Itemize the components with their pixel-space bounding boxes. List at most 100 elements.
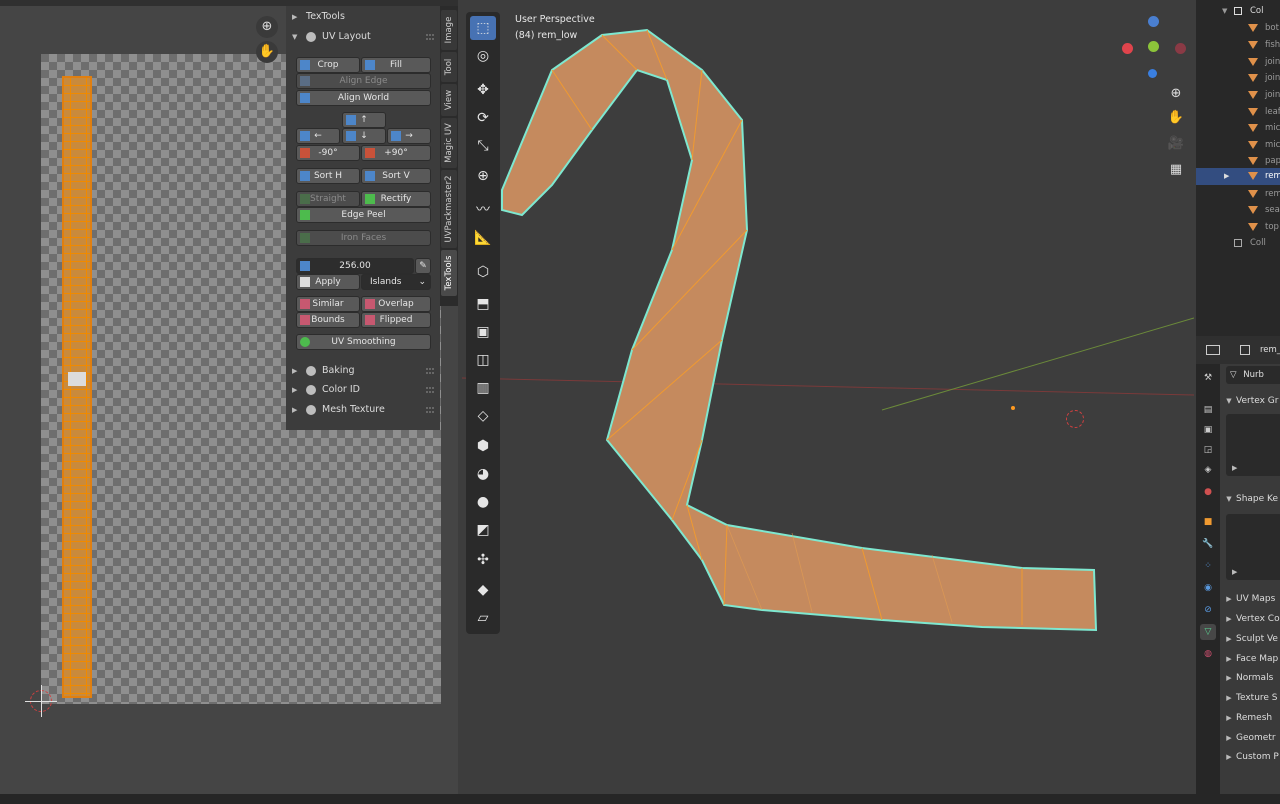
rip-region-icon[interactable]: ▱ <box>470 606 496 630</box>
bevel-icon[interactable]: ◫ <box>470 348 496 372</box>
list-item[interactable]: join <box>1196 87 1280 104</box>
tab-image[interactable]: Image <box>441 10 457 50</box>
collection-row[interactable]: Coll <box>1196 235 1280 252</box>
section-geometry[interactable]: ▶ Geometr <box>1222 729 1280 747</box>
section-uv-maps[interactable]: ▶ UV Maps <box>1222 590 1280 608</box>
view-layer-icon[interactable]: ◲ <box>1200 442 1216 458</box>
drag-grip-icon[interactable] <box>426 368 434 374</box>
camera-icon[interactable]: 🎥 <box>1164 132 1188 156</box>
list-item[interactable]: sea <box>1196 202 1280 219</box>
vertex-groups-list[interactable]: ▶ <box>1226 414 1280 476</box>
baking-header[interactable]: ▶ Baking <box>286 362 440 380</box>
align-top-button[interactable]: ↑ <box>342 112 386 128</box>
3d-cursor-icon[interactable] <box>1066 410 1084 428</box>
section-remesh[interactable]: ▶ Remesh <box>1222 709 1280 727</box>
knife-icon[interactable]: ◇ <box>470 404 496 428</box>
overlap-button[interactable]: Overlap <box>361 296 431 312</box>
align-world-button[interactable]: Align World <box>296 90 431 106</box>
rotate-ccw-button[interactable]: -90° <box>296 145 360 161</box>
shape-keys-list[interactable]: ▶ <box>1226 514 1280 580</box>
uv-selected-face[interactable] <box>68 372 86 386</box>
render-icon[interactable]: ▤ <box>1200 402 1216 418</box>
shear-icon[interactable]: ◆ <box>470 578 496 602</box>
smooth-icon[interactable]: ● <box>470 490 496 514</box>
zoom-in-icon[interactable]: ⊕ <box>1164 82 1188 106</box>
uv-editor[interactable]: ⊕ ✋ ▶ TexTools ▼ UV Layout Crop Fill Ali… <box>0 0 458 794</box>
hand-icon[interactable]: ✋ <box>1164 106 1188 130</box>
align-right-button[interactable]: → <box>387 128 431 144</box>
output-icon[interactable]: ▣ <box>1200 422 1216 438</box>
apply-button[interactable]: Apply <box>296 274 360 290</box>
particles-icon[interactable]: ⁘ <box>1200 558 1216 574</box>
cursor-icon[interactable]: ◎ <box>470 44 496 68</box>
checkbox-icon[interactable] <box>1234 239 1242 247</box>
poly-build-icon[interactable]: ⬢ <box>470 434 496 458</box>
checkbox-icon[interactable] <box>1234 7 1242 15</box>
section-texture-space[interactable]: ▶ Texture S <box>1222 689 1280 707</box>
rotate-cw-button[interactable]: +90° <box>361 145 431 161</box>
y-axis-gizmo[interactable] <box>1148 41 1159 52</box>
3d-viewport[interactable]: User Perspective (84) rem_low ⬚ ◎ ✥ ⟳ ⤡ … <box>462 0 1194 794</box>
scale-icon[interactable]: ⤡ <box>470 134 496 158</box>
section-vertex-colors[interactable]: ▶ Vertex Co <box>1222 610 1280 628</box>
bounds-button[interactable]: Bounds <box>296 312 360 328</box>
drag-grip-icon[interactable] <box>426 387 434 393</box>
section-custom-props[interactable]: ▶ Custom P <box>1222 748 1280 766</box>
list-item[interactable]: mic <box>1196 120 1280 137</box>
section-shape-keys[interactable]: ▼ Shape Ke <box>1222 490 1280 508</box>
align-edge-button[interactable]: Align Edge <box>296 73 431 89</box>
collection-row[interactable]: ▼ Col <box>1196 3 1280 20</box>
align-left-button[interactable]: ← <box>296 128 340 144</box>
color-id-header[interactable]: ▶ Color ID <box>286 381 440 399</box>
tab-tool[interactable]: Tool <box>441 52 457 82</box>
shrink-fatten-icon[interactable]: ✣ <box>470 548 496 572</box>
uv-island[interactable] <box>62 76 92 698</box>
physics-icon[interactable]: ◉ <box>1200 580 1216 596</box>
section-vertex-groups[interactable]: ▼ Vertex Gr <box>1222 392 1280 410</box>
rotate-icon[interactable]: ⟳ <box>470 106 496 130</box>
mesh-texture-header[interactable]: ▶ Mesh Texture <box>286 401 440 419</box>
section-face-maps[interactable]: ▶ Face Map <box>1222 650 1280 668</box>
move-icon[interactable]: ✥ <box>470 78 496 102</box>
uv-layout-header[interactable]: ▼ UV Layout <box>286 28 440 46</box>
transform-icon[interactable]: ⊕ <box>470 164 496 188</box>
section-normals[interactable]: ▶ Normals <box>1222 669 1280 687</box>
edge-slide-icon[interactable]: ◩ <box>470 518 496 542</box>
section-sculpt-vertex[interactable]: ▶ Sculpt Ve <box>1222 630 1280 648</box>
x-axis-gizmo[interactable] <box>1122 43 1133 54</box>
similar-button[interactable]: Similar <box>296 296 360 312</box>
mesh-data-icon[interactable]: ▽ <box>1200 624 1216 640</box>
tab-magic-uv[interactable]: Magic UV <box>441 118 457 168</box>
list-item[interactable]: join <box>1196 70 1280 87</box>
loop-cut-icon[interactable]: ▥ <box>470 376 496 400</box>
tab-uvpackmaster2[interactable]: UVPackmaster2 <box>441 170 457 248</box>
fill-button[interactable]: Fill <box>361 57 431 73</box>
2d-cursor-icon[interactable] <box>25 685 57 717</box>
material-icon[interactable]: ◍ <box>1200 646 1216 662</box>
list-item[interactable]: top <box>1196 219 1280 236</box>
tool-icon[interactable]: ⚒ <box>1200 370 1216 386</box>
eyedropper-button[interactable]: ✎ <box>415 258 431 274</box>
flipped-button[interactable]: Flipped <box>361 312 431 328</box>
zoom-in-icon[interactable]: ⊕ <box>256 16 278 38</box>
annotate-icon[interactable]: 〰 <box>470 198 496 222</box>
add-cube-icon[interactable]: ⬡ <box>470 260 496 284</box>
modifier-icon[interactable]: 🔧 <box>1200 536 1216 552</box>
list-item[interactable]: fish <box>1196 37 1280 54</box>
inset-icon[interactable]: ▣ <box>470 320 496 344</box>
align-bottom-button[interactable]: ↓ <box>342 128 386 144</box>
spin-icon[interactable]: ◕ <box>470 462 496 486</box>
constraints-icon[interactable]: ⊘ <box>1200 602 1216 618</box>
iron-faces-button[interactable]: Iron Faces <box>296 230 431 246</box>
sort-v-button[interactable]: Sort V <box>361 168 431 184</box>
tab-textools[interactable]: TexTools <box>441 250 457 296</box>
list-item-selected[interactable]: ▶ rem <box>1196 168 1280 185</box>
drag-grip-icon[interactable] <box>426 407 434 413</box>
data-selector[interactable]: ▽ Nurb <box>1226 366 1280 384</box>
object-icon[interactable]: ■ <box>1200 514 1216 530</box>
crop-button[interactable]: Crop <box>296 57 360 73</box>
drag-grip-icon[interactable] <box>426 34 434 40</box>
neg-x-axis-gizmo[interactable] <box>1175 43 1186 54</box>
edge-peel-button[interactable]: Edge Peel <box>296 207 431 223</box>
list-item[interactable]: rem <box>1196 186 1280 203</box>
